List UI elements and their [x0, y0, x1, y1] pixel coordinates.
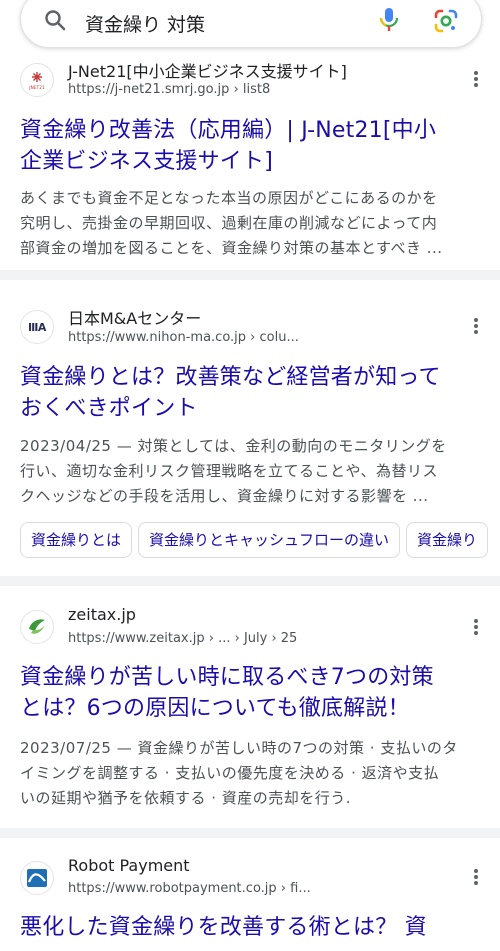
site-favicon [20, 610, 54, 644]
microphone-icon[interactable] [377, 6, 401, 34]
nihon-ma-logo-icon: ⅢA [28, 320, 46, 334]
more-options-icon[interactable] [466, 70, 486, 90]
search-box[interactable]: 資金繰り 対策 [20, 0, 482, 48]
related-chips: 資金繰りとは 資金繰りとキャッシュフローの違い 資金繰り [0, 522, 500, 560]
snippet-line: 行い、適切な金利リスク管理戦略を立てることや、為替リス [20, 462, 439, 480]
more-options-icon[interactable] [466, 868, 486, 888]
search-icon[interactable] [43, 8, 67, 32]
related-chip[interactable]: 資金繰りとは [20, 522, 133, 558]
result-title-line: 資金繰りが苦しい時に取るべき7つの対策 [20, 665, 434, 690]
snippet-line: イミングを調整する · 支払いの優先度を決める · 返済や支払 [20, 764, 440, 782]
more-options-icon[interactable] [466, 317, 486, 337]
result-title-line: とは？6つの原因についても徹底解説！ [20, 696, 410, 721]
snippet-line: 部資金の増加を図ることを、資金繰り対策の基本とすべき ... [20, 239, 443, 257]
site-name: zeitax.jp [68, 605, 136, 624]
result-title-line: 資金繰りとは？改善策など経営者が知って [20, 365, 441, 390]
site-url-domain: https://j-net21.smrj.go.jp [68, 82, 230, 97]
site-name: J-Net21[中小企業ビジネス支援サイト] [68, 62, 347, 81]
snippet-line: 究明し、売掛金の早期回収、過剰在庫の削減などによって内 [20, 214, 438, 232]
site-url[interactable]: https://j-net21.smrj.go.jp › list8 [68, 82, 270, 97]
search-result-3: zeitax.jp https://www.zeitax.jp › ... › … [0, 596, 500, 828]
site-url-domain: https://www.nihon-ma.co.jp [68, 330, 247, 345]
site-url-path: › colu... [246, 330, 299, 345]
search-result-4: Robot Payment https://www.robotpayment.c… [0, 848, 500, 951]
jnet21-logo-icon: JNET21 [28, 72, 45, 91]
svg-text:JNET21: JNET21 [28, 85, 45, 91]
result-title-link[interactable]: 資金繰りとは？改善策など経営者が知って おくべきポイント [20, 362, 488, 424]
result-title-line: おくべきポイント [20, 396, 198, 421]
result-title-line: 資金繰り改善法（応用編）| J-Net21[中小 [20, 118, 437, 143]
zeitax-logo-icon [29, 619, 45, 634]
snippet-line: いの延期や猶予を依頼する · 資産の売却を行う. [20, 789, 352, 807]
result-snippet: あくまでも資金不足となった本当の原因がどこにあるのかを 究明し、売掛金の早期回収… [20, 186, 486, 261]
result-title-line: 悪化した資金繰りを改善する術とは？ 資 [20, 915, 427, 940]
site-url[interactable]: https://www.zeitax.jp › ... › July › 25 [68, 631, 297, 646]
snippet-line: 2023/07/25 — 資金繰りが苦しい時の7つの対策 · 支払いのタ [20, 739, 458, 757]
result-separator [0, 270, 500, 280]
result-separator [0, 828, 500, 838]
google-lens-icon[interactable] [433, 8, 459, 34]
search-header: 資金繰り 対策 [0, 0, 500, 58]
site-url-path: › fi... [276, 881, 311, 896]
site-url-path: › list8 [229, 82, 271, 97]
site-favicon: JNET21 [20, 63, 54, 97]
site-name: Robot Payment [68, 856, 190, 875]
related-chip[interactable]: 資金繰りとキャッシュフローの違い [138, 522, 401, 558]
site-favicon [20, 861, 54, 895]
snippet-line: あくまでも資金不足となった本当の原因がどこにあるのかを [20, 189, 438, 207]
more-options-icon[interactable] [466, 618, 486, 638]
result-separator [0, 576, 500, 586]
related-chip[interactable]: 資金繰り [406, 522, 489, 558]
snippet-line: 2023/04/25 — 対策としては、金利の動向のモニタリングを [20, 437, 447, 455]
site-url[interactable]: https://www.robotpayment.co.jp › fi... [68, 881, 311, 896]
chip-row: 資金繰りとは 資金繰りとキャッシュフローの違い 資金繰り [20, 522, 500, 560]
site-url-domain: https://www.zeitax.jp [68, 631, 205, 646]
site-url-domain: https://www.robotpayment.co.jp [68, 881, 277, 896]
result-title-line: 企業ビジネス支援サイト] [20, 149, 273, 174]
result-title-link[interactable]: 悪化した資金繰りを改善する術とは？ 資 [20, 912, 488, 943]
result-snippet: 2023/07/25 — 資金繰りが苦しい時の7つの対策 · 支払いのタ イミン… [20, 736, 486, 811]
search-result-2: ⅢA 日本M&Aセンター https://www.nihon-ma.co.jp … [0, 290, 500, 576]
site-url[interactable]: https://www.nihon-ma.co.jp › colu... [68, 330, 299, 345]
robot-payment-logo-icon [27, 869, 47, 887]
search-result-1: JNET21 J-Net21[中小企業ビジネス支援サイト] https://j-… [0, 58, 500, 270]
site-favicon: ⅢA [20, 310, 54, 344]
result-title-link[interactable]: 資金繰り改善法（応用編）| J-Net21[中小 企業ビジネス支援サイト] [20, 115, 488, 177]
site-name: 日本M&Aセンター [68, 309, 202, 328]
site-url-path: › ... › July › 25 [204, 631, 298, 646]
search-input[interactable]: 資金繰り 対策 [85, 10, 205, 37]
result-snippet: 2023/04/25 — 対策としては、金利の動向のモニタリングを 行い、適切な… [20, 434, 486, 509]
snippet-line: クヘッジなどの手段を活用し、資金繰りに対する影響を ... [20, 487, 429, 505]
result-title-link[interactable]: 資金繰りが苦しい時に取るべき7つの対策 とは？6つの原因についても徹底解説！ [20, 662, 488, 724]
